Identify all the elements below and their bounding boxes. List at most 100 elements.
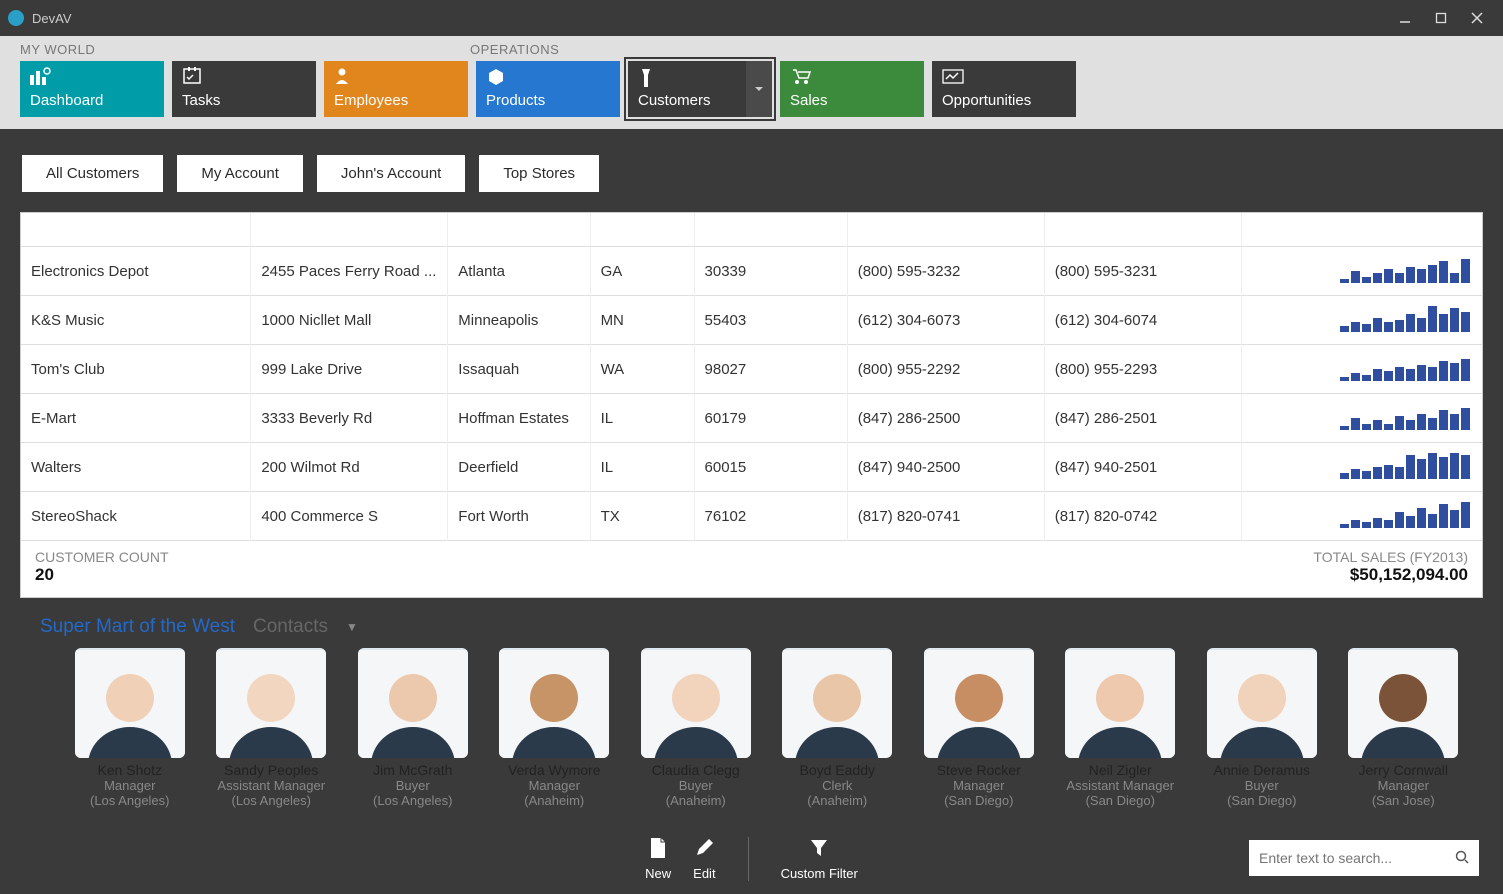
- bottombar: New Edit Custom Filter: [0, 824, 1503, 894]
- contact-role: Manager: [70, 778, 190, 793]
- contact-card[interactable]: Sandy PeoplesAssistant Manager(Los Angel…: [212, 648, 332, 808]
- table-row[interactable]: StereoShack400 Commerce SFort WorthTX761…: [21, 492, 1482, 541]
- cell-fax: (817) 820-0742: [1044, 492, 1241, 541]
- contact-role: Assistant Manager: [212, 778, 332, 793]
- contact-role: Buyer: [636, 778, 756, 793]
- cell-name: StereoShack: [21, 492, 251, 541]
- nav-customers-dropdown[interactable]: [746, 61, 772, 117]
- contact-card[interactable]: Verda WymoreManager(Anaheim): [495, 648, 615, 808]
- avatar: [1065, 648, 1175, 758]
- app-icon: [8, 10, 24, 26]
- contact-location: (San Jose): [1344, 793, 1464, 808]
- contact-name: Boyd Eaddy: [778, 762, 898, 778]
- contact-role: Manager: [919, 778, 1039, 793]
- table-row[interactable]: K&S Music1000 Nicllet MallMinneapolisMN5…: [21, 296, 1482, 345]
- contact-location: (Anaheim): [636, 793, 756, 808]
- table-header-row: [21, 213, 1482, 247]
- subnav-top-stores[interactable]: Top Stores: [479, 155, 599, 192]
- cell-name: Electronics Depot: [21, 247, 251, 296]
- action-new[interactable]: New: [645, 837, 671, 881]
- window-maximize-button[interactable]: [1423, 4, 1459, 32]
- cell-zip: 55403: [694, 296, 847, 345]
- nav-customers[interactable]: Customers: [628, 61, 772, 117]
- nav-dashboard-label: Dashboard: [30, 92, 154, 109]
- contact-card[interactable]: Jim McGrathBuyer(Los Angeles): [353, 648, 473, 808]
- cell-fax: (847) 940-2501: [1044, 443, 1241, 492]
- cell-fax: (847) 286-2501: [1044, 394, 1241, 443]
- contact-card[interactable]: Neil ZiglerAssistant Manager(San Diego): [1061, 648, 1181, 808]
- cell-address: 400 Commerce S: [251, 492, 448, 541]
- contact-card[interactable]: Claudia CleggBuyer(Anaheim): [636, 648, 756, 808]
- ribbon-group-operations: OPERATIONS: [470, 42, 559, 57]
- subnav-my-account[interactable]: My Account: [177, 155, 303, 192]
- cell-zip: 60015: [694, 443, 847, 492]
- action-filter-label: Custom Filter: [781, 866, 858, 881]
- action-custom-filter[interactable]: Custom Filter: [781, 837, 858, 881]
- contact-card[interactable]: Ken ShotzManager(Los Angeles): [70, 648, 190, 808]
- contact-role: Assistant Manager: [1061, 778, 1181, 793]
- contact-location: (Los Angeles): [70, 793, 190, 808]
- cell-state: IL: [590, 394, 694, 443]
- window-minimize-button[interactable]: [1387, 4, 1423, 32]
- customer-count-value: 20: [35, 565, 169, 585]
- avatar: [499, 648, 609, 758]
- detail-customer-name[interactable]: Super Mart of the West: [40, 616, 235, 638]
- contact-name: Annie Deramus: [1202, 762, 1322, 778]
- cell-sparkline: [1241, 394, 1482, 443]
- contact-location: (Anaheim): [778, 793, 898, 808]
- cell-phone: (612) 304-6073: [847, 296, 1044, 345]
- titlebar: DevAV: [0, 0, 1503, 36]
- contact-card[interactable]: Boyd EaddyClerk(Anaheim): [778, 648, 898, 808]
- nav-opportunities-label: Opportunities: [942, 92, 1066, 109]
- customers-icon: [638, 67, 736, 87]
- avatar: [641, 648, 751, 758]
- contact-card[interactable]: Steve RockerManager(San Diego): [919, 648, 1039, 808]
- subnav-all-customers[interactable]: All Customers: [22, 155, 163, 192]
- contact-card[interactable]: Annie DeramusBuyer(San Diego): [1202, 648, 1322, 808]
- contact-role: Buyer: [1202, 778, 1322, 793]
- cell-phone: (800) 595-3232: [847, 247, 1044, 296]
- window-close-button[interactable]: [1459, 4, 1495, 32]
- cell-state: MN: [590, 296, 694, 345]
- table-row[interactable]: E-Mart3333 Beverly RdHoffman EstatesIL60…: [21, 394, 1482, 443]
- table-row[interactable]: Electronics Depot2455 Paces Ferry Road .…: [21, 247, 1482, 296]
- nav-opportunities[interactable]: Opportunities: [932, 61, 1076, 117]
- cell-sparkline: [1241, 296, 1482, 345]
- search-input[interactable]: [1259, 850, 1455, 866]
- chevron-down-icon[interactable]: ▼: [346, 620, 358, 634]
- contact-role: Manager: [1344, 778, 1464, 793]
- cell-address: 2455 Paces Ferry Road ...: [251, 247, 448, 296]
- action-edit[interactable]: Edit: [693, 837, 715, 881]
- app-title: DevAV: [32, 11, 72, 26]
- table-row[interactable]: Walters200 Wilmot RdDeerfieldIL60015(847…: [21, 443, 1482, 492]
- nav-employees[interactable]: Employees: [324, 61, 468, 117]
- cell-city: Deerfield: [448, 443, 590, 492]
- contact-card[interactable]: Jerry CornwallManager(San Jose): [1344, 648, 1464, 808]
- products-icon: [486, 67, 610, 87]
- avatar: [1348, 648, 1458, 758]
- detail-section-label[interactable]: Contacts: [253, 616, 328, 638]
- detail-panel: Super Mart of the West Contacts ▼ Ken Sh…: [40, 616, 1463, 808]
- cell-sparkline: [1241, 492, 1482, 541]
- nav-sales-label: Sales: [790, 92, 914, 109]
- nav-dashboard[interactable]: Dashboard: [20, 61, 164, 117]
- nav-sales[interactable]: Sales: [780, 61, 924, 117]
- avatar: [1207, 648, 1317, 758]
- cell-fax: (800) 955-2293: [1044, 345, 1241, 394]
- cell-phone: (817) 820-0741: [847, 492, 1044, 541]
- nav-products[interactable]: Products: [476, 61, 620, 117]
- sales-icon: [790, 67, 914, 87]
- subnav-johns-account[interactable]: John's Account: [317, 155, 465, 192]
- table-row[interactable]: Tom's Club999 Lake DriveIssaquahWA98027(…: [21, 345, 1482, 394]
- avatar: [358, 648, 468, 758]
- search-box[interactable]: [1249, 840, 1479, 876]
- cell-address: 999 Lake Drive: [251, 345, 448, 394]
- cell-zip: 98027: [694, 345, 847, 394]
- cell-state: WA: [590, 345, 694, 394]
- search-icon[interactable]: [1455, 850, 1469, 867]
- nav-tasks[interactable]: Tasks: [172, 61, 316, 117]
- contact-role: Manager: [495, 778, 615, 793]
- nav-products-label: Products: [486, 92, 610, 109]
- contact-location: (San Diego): [1202, 793, 1322, 808]
- cell-name: Walters: [21, 443, 251, 492]
